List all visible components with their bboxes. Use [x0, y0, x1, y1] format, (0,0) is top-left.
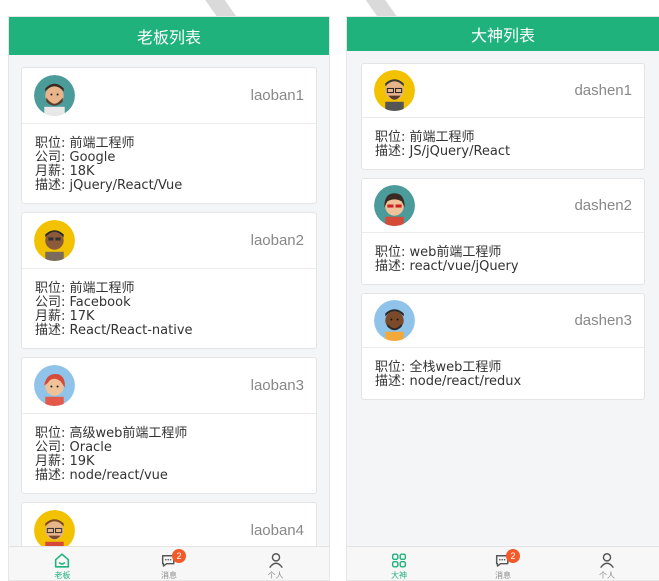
card-header: laoban3 — [22, 358, 316, 414]
description: 描述: React/React-native — [35, 323, 193, 338]
job-title: 职位: 高级web前端工程师 — [35, 426, 188, 441]
talent-list: dashen1 职位: 前端工程师 描述: JS/jQuery/React da… — [347, 51, 659, 400]
card-header: dashen2 — [362, 179, 644, 233]
avatar-yellow-glasses-icon — [374, 70, 415, 111]
user-card[interactable]: laoban2 职位: 前端工程师 公司: Facebook 月薪: 17K 描… — [21, 212, 317, 349]
username: dashen2 — [574, 197, 632, 214]
card-header: dashen1 — [362, 64, 644, 118]
card-header: laoban2 — [22, 213, 316, 269]
username: laoban4 — [250, 522, 304, 539]
username: laoban2 — [250, 232, 304, 249]
person-icon — [268, 553, 283, 569]
card-body: 职位: 高级web前端工程师 公司: Oracle 月薪: 19K 描述: no… — [22, 414, 316, 493]
job-title: 职位: 前端工程师 — [375, 130, 475, 145]
tab-label: 消息 — [161, 571, 177, 580]
tab-profile[interactable]: 个人 — [555, 547, 659, 580]
tab-bar: 大神 2 消息 个人 — [347, 546, 659, 580]
job-title: 职位: web前端工程师 — [375, 245, 502, 260]
avatar-yellow-glasses-icon — [34, 510, 75, 551]
unread-badge: 2 — [172, 549, 186, 563]
tab-label: 个人 — [267, 571, 284, 580]
job-title: 职位: 前端工程师 — [35, 281, 135, 296]
description: 描述: node/react/redux — [375, 374, 522, 389]
company: 公司: Oracle — [35, 440, 112, 455]
boss-list: laoban1 职位: 前端工程师 公司: Google 月薪: 18K 描述:… — [9, 55, 329, 560]
user-card[interactable]: dashen2 职位: web前端工程师 描述: react/vue/jQuer… — [361, 178, 645, 285]
user-card[interactable]: dashen3 职位: 全栈web工程师 描述: node/react/redu… — [361, 293, 645, 400]
avatar-teal-bearded-icon — [34, 75, 75, 116]
salary: 月薪: 17K — [35, 309, 95, 324]
user-card[interactable]: laoban1 职位: 前端工程师 公司: Google 月薪: 18K 描述:… — [21, 67, 317, 204]
tab-messages[interactable]: 2 消息 — [116, 547, 223, 580]
home-icon — [55, 553, 70, 568]
tab-bar: 老板 2 消息 个人 — [9, 546, 329, 580]
page-title: 大神列表 — [470, 26, 535, 45]
user-card[interactable]: laoban3 职位: 高级web前端工程师 公司: Oracle 月薪: 19… — [21, 357, 317, 494]
card-header: laoban1 — [22, 68, 316, 124]
description: 描述: react/vue/jQuery — [375, 259, 519, 274]
person-icon — [600, 553, 614, 569]
description: 描述: node/react/vue — [35, 468, 168, 483]
tab-label: 大神 — [391, 571, 407, 580]
card-body: 职位: 前端工程师 公司: Facebook 月薪: 17K 描述: React… — [22, 269, 316, 348]
page-title: 老板列表 — [136, 28, 201, 47]
salary: 月薪: 18K — [35, 164, 95, 179]
avatar-yellow-dark-icon — [34, 220, 75, 261]
card-body: 职位: 前端工程师 描述: JS/jQuery/React — [362, 118, 644, 169]
tab-label: 个人 — [599, 571, 615, 580]
username: dashen1 — [574, 82, 632, 99]
username: laoban1 — [250, 87, 304, 104]
description: 描述: jQuery/React/Vue — [35, 178, 183, 193]
company: 公司: Facebook — [35, 295, 131, 310]
talent-list-screen: 大神列表 dashen1 职位: 前端工程师 描述: JS/jQuery/Rea… — [346, 16, 659, 581]
description: 描述: JS/jQuery/React — [375, 144, 511, 159]
card-header: dashen3 — [362, 294, 644, 348]
company: 公司: Google — [35, 150, 116, 165]
boss-list-screen: 老板列表 laoban1 职位: 前端工程师 公司: Google 月薪: 18… — [8, 16, 330, 581]
job-title: 职位: 全栈web工程师 — [375, 360, 502, 375]
grid-icon — [391, 553, 407, 568]
card-body: 职位: web前端工程师 描述: react/vue/jQuery — [362, 233, 644, 284]
tab-boss[interactable]: 老板 — [9, 547, 116, 580]
tab-label: 消息 — [495, 571, 511, 580]
username: laoban3 — [250, 377, 304, 394]
tab-profile[interactable]: 个人 — [222, 547, 329, 580]
salary: 月薪: 19K — [35, 454, 95, 469]
unread-badge: 2 — [506, 549, 520, 563]
tab-label: 老板 — [54, 571, 71, 580]
tab-messages[interactable]: 2 消息 — [451, 547, 555, 580]
header: 老板列表 — [9, 17, 329, 55]
card-body: 职位: 全栈web工程师 描述: node/react/redux — [362, 348, 644, 399]
avatar-blue-red-hair-icon — [34, 365, 75, 406]
username: dashen3 — [574, 312, 632, 329]
avatar-teal-red-woman-icon — [374, 185, 415, 226]
card-body: 职位: 前端工程师 公司: Google 月薪: 18K 描述: jQuery/… — [22, 124, 316, 203]
job-title: 职位: 前端工程师 — [35, 136, 135, 151]
tab-talent[interactable]: 大神 — [347, 547, 451, 580]
header: 大神列表 — [347, 17, 659, 51]
user-card[interactable]: dashen1 职位: 前端工程师 描述: JS/jQuery/React — [361, 63, 645, 170]
avatar-blue-dark-icon — [374, 300, 415, 341]
